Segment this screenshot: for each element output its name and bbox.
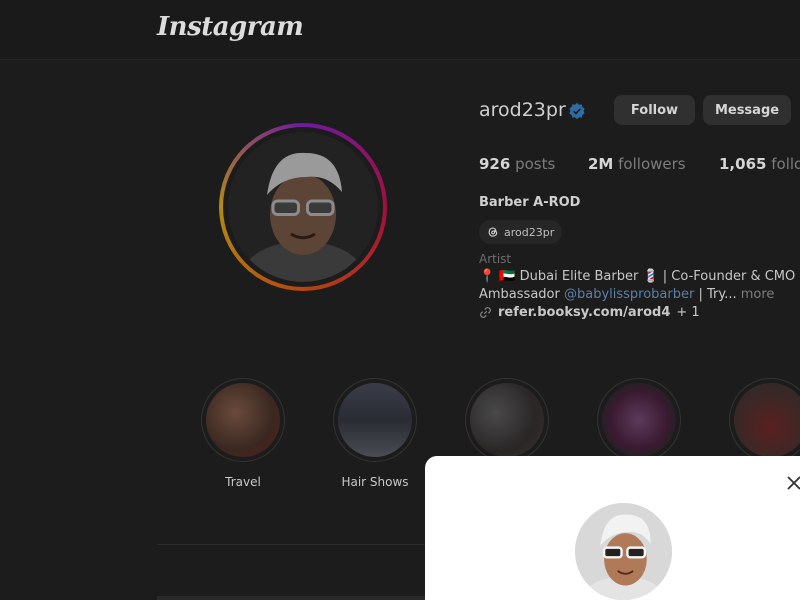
link-icon bbox=[480, 307, 491, 318]
follow-button[interactable]: Follow bbox=[614, 95, 695, 125]
bio-line-2-suffix: | Try... bbox=[698, 287, 737, 302]
avatar-portrait-image bbox=[228, 132, 378, 282]
close-icon[interactable] bbox=[787, 476, 800, 490]
followers-stat[interactable]: 2M followers bbox=[588, 155, 686, 173]
following-label: following bbox=[771, 155, 800, 173]
highlight-label: Hair Shows bbox=[341, 475, 409, 489]
highlight-hair-shows[interactable]: Hair Shows bbox=[333, 378, 417, 489]
profile-avatar-story-ring[interactable] bbox=[219, 123, 387, 291]
profile-username: arod23pr bbox=[479, 99, 566, 121]
instagram-logo[interactable]: Instagram bbox=[157, 12, 304, 42]
highlight-cover-image bbox=[602, 383, 676, 457]
bio-line-2: Ambassador @babylissprobarber | Try... m… bbox=[479, 287, 774, 302]
following-stat[interactable]: 1,065 following bbox=[719, 155, 800, 173]
posts-grid-edge bbox=[157, 596, 427, 600]
highlight-travel[interactable]: Travel bbox=[201, 378, 285, 489]
posts-stat: 926 posts bbox=[479, 155, 555, 173]
highlight-label: Travel bbox=[225, 475, 261, 489]
followers-count: 2M bbox=[588, 155, 614, 173]
bio-line-2-prefix: Ambassador bbox=[479, 287, 560, 302]
following-count: 1,065 bbox=[719, 155, 767, 173]
popup-dialog bbox=[425, 456, 800, 600]
threads-badge[interactable]: arod23pr bbox=[479, 220, 563, 244]
highlight-cover-image bbox=[338, 383, 412, 457]
threads-icon bbox=[488, 227, 498, 237]
profile-avatar bbox=[228, 132, 378, 282]
highlight-cover-image bbox=[734, 383, 800, 457]
verified-badge-icon bbox=[569, 102, 585, 120]
popup-avatar bbox=[575, 503, 672, 600]
profile-link-extra[interactable]: + 1 bbox=[676, 305, 699, 320]
posts-label: posts bbox=[515, 155, 556, 173]
message-button[interactable]: Message bbox=[703, 95, 791, 125]
profile-full-name: Barber A-ROD bbox=[479, 195, 581, 210]
profile-link[interactable]: refer.booksy.com/arod4 bbox=[498, 305, 670, 320]
posts-count: 926 bbox=[479, 155, 511, 173]
top-bar: Instagram bbox=[0, 0, 800, 60]
followers-label: followers bbox=[618, 155, 686, 173]
profile-category: Artist bbox=[479, 252, 512, 266]
highlight-cover-image bbox=[206, 383, 280, 457]
popup-avatar-image bbox=[575, 503, 672, 600]
bio-line-1: 📍 🇦🇪 Dubai Elite Barber 💈 | Co-Founder &… bbox=[479, 269, 800, 284]
bio-more-link[interactable]: more bbox=[741, 287, 775, 302]
bio-mention-link[interactable]: @babylissprobarber bbox=[564, 287, 694, 302]
highlight-cover-image bbox=[470, 383, 544, 457]
section-divider bbox=[157, 544, 427, 545]
profile-link-row[interactable]: refer.booksy.com/arod4 + 1 bbox=[479, 305, 700, 320]
threads-handle: arod23pr bbox=[504, 225, 555, 239]
